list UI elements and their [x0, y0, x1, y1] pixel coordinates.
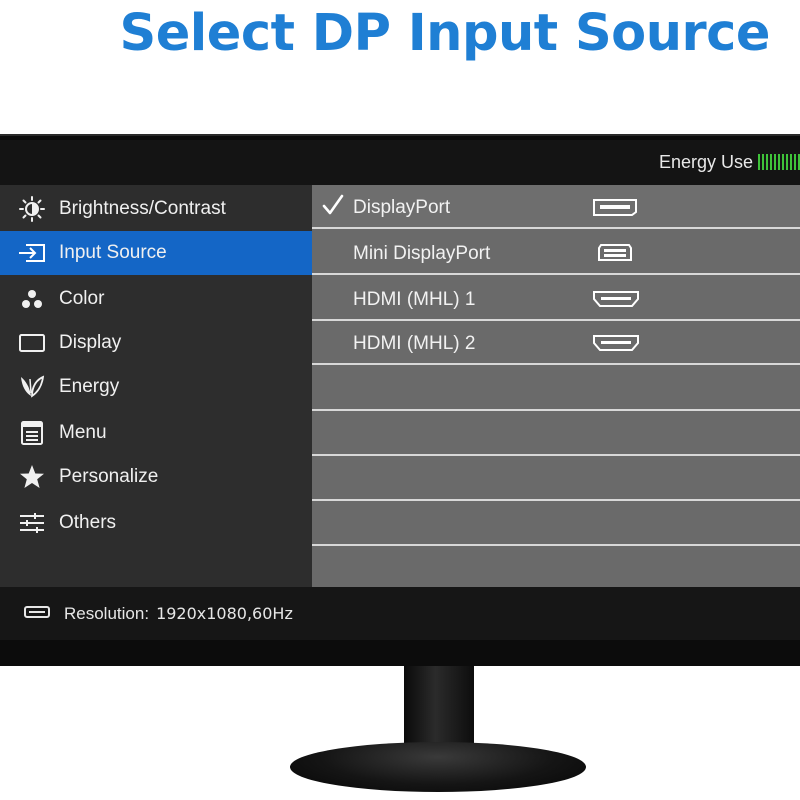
displayport-icon — [592, 197, 638, 223]
headline-title: Select DP Input Source — [119, 4, 770, 63]
sidebar-item-input-source[interactable]: Input Source — [0, 231, 312, 275]
sidebar-item-display[interactable]: Display — [0, 321, 312, 365]
sidebar-item-label: Personalize — [59, 466, 159, 487]
sidebar-item-label: Others — [59, 512, 117, 533]
menu-icon — [17, 420, 47, 446]
brightness-icon — [17, 196, 47, 222]
input-source-panel: DisplayPort Mini DisplayPort HDMI (MHL) … — [312, 185, 800, 587]
osd-sidebar: Brightness/Contrast Input Source Color D… — [0, 185, 312, 587]
resolution-label: Resolution: — [64, 603, 150, 623]
mini-displayport-icon — [597, 243, 633, 269]
display-icon — [17, 330, 47, 356]
empty-row — [312, 412, 800, 456]
monitor-stand-base — [290, 742, 586, 792]
sliders-icon — [17, 510, 47, 536]
sidebar-item-label: Menu — [59, 422, 107, 443]
sidebar-item-personalize[interactable]: Personalize — [0, 455, 312, 499]
hdmi-icon — [592, 289, 640, 315]
empty-row — [312, 457, 800, 501]
sidebar-item-label: Input Source — [59, 242, 167, 263]
sidebar-item-brightness-contrast[interactable]: Brightness/Contrast — [0, 187, 312, 231]
sidebar-item-others[interactable]: Others — [0, 501, 312, 545]
sidebar-item-energy[interactable]: Energy — [0, 365, 312, 409]
osd-screen: Energy Use Brightness/Contrast Input Sou… — [0, 140, 800, 640]
sidebar-item-menu[interactable]: Menu — [0, 411, 312, 455]
input-row-label: HDMI (MHL) 2 — [353, 333, 476, 354]
star-icon — [17, 464, 47, 490]
resolution-value: 1920x1080,60Hz — [156, 604, 293, 623]
input-row-label: HDMI (MHL) 1 — [353, 289, 476, 310]
leaf-icon — [17, 374, 47, 400]
sidebar-item-label: Color — [59, 288, 105, 309]
energy-use-indicator: Energy Use — [659, 152, 800, 172]
osd-status-bar: Resolution: 1920x1080,60Hz — [0, 587, 800, 640]
input-row-mini-displayport[interactable]: Mini DisplayPort — [312, 231, 800, 275]
osd-top-bar: Energy Use — [0, 140, 800, 182]
input-row-label: DisplayPort — [353, 197, 451, 218]
color-dots-icon — [17, 286, 47, 312]
empty-row — [312, 367, 800, 411]
input-source-icon — [17, 240, 47, 266]
sidebar-item-label: Display — [59, 332, 122, 353]
sidebar-item-label: Brightness/Contrast — [59, 198, 226, 219]
input-row-hdmi-1[interactable]: HDMI (MHL) 1 — [312, 277, 800, 321]
energy-use-label: Energy Use — [658, 151, 753, 172]
sidebar-item-color[interactable]: Color — [0, 277, 312, 321]
sidebar-item-label: Energy — [59, 376, 120, 397]
checkmark-icon — [322, 194, 344, 216]
hdmi-icon — [592, 333, 640, 359]
energy-meter-bars — [758, 154, 800, 170]
empty-row — [312, 502, 800, 546]
input-row-hdmi-2[interactable]: HDMI (MHL) 2 — [312, 321, 800, 365]
input-row-label: Mini DisplayPort — [353, 243, 491, 264]
port-icon — [24, 604, 50, 624]
input-row-displayport[interactable]: DisplayPort — [312, 185, 800, 229]
